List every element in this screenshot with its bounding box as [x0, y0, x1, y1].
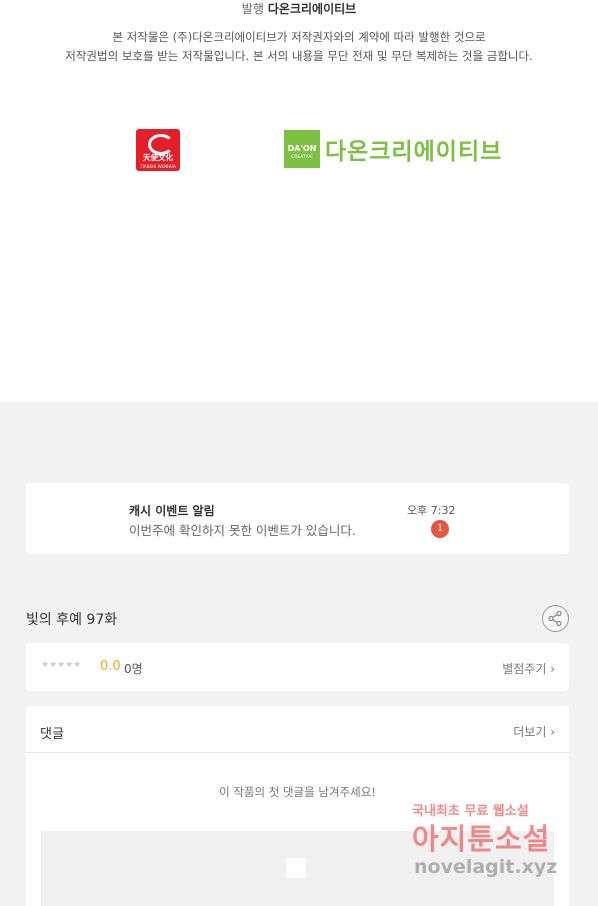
publisher-name: 다온크리에이티브	[267, 2, 357, 16]
divider	[26, 752, 569, 753]
publisher-label: 발행	[241, 2, 264, 16]
daon-logo-subtext: CREATIVE	[291, 155, 313, 160]
comment-input-box[interactable]	[41, 831, 554, 906]
tianshi-logo-text: 天使文化	[143, 153, 173, 162]
cash-event-notice[interactable]: 캐시 이벤트 알림 이번주에 확인하지 못한 이벤트가 있습니다. 오후 7:3…	[26, 483, 569, 554]
notice-title: 캐시 이벤트 알림	[129, 504, 215, 518]
star-rating-display: ★★★★★	[41, 660, 82, 670]
rating-score: 0.0	[100, 659, 121, 674]
daon-logo-text: DA'ON	[287, 144, 317, 153]
tianshi-logo-subtext: TIANSHI WENHUA	[140, 164, 176, 169]
tianshi-logo: 天使文化 TIANSHI WENHUA	[136, 129, 180, 171]
notice-count-badge: 1	[431, 520, 449, 538]
daon-logo-name: 다온크리에이티브	[325, 139, 503, 165]
share-icon	[548, 610, 562, 627]
copyright-line-2: 저작권법의 보호를 받는 저작물입니다. 본 서의 내용을 무단 전재 및 무단…	[65, 49, 533, 63]
copyright-line-1: 본 저작물은 (주)다온크리에이티브가 저작권자와의 계약에 따라 발행한 것으…	[112, 30, 486, 44]
book-info-area: 발행 다온크리에이티브 본 저작물은 (주)다온크리에이티브가 저작권자와의 계약…	[0, 0, 598, 402]
comments-section: 댓글 더보기 › 이 작품의 첫 댓글을 남겨주세요!	[26, 706, 569, 906]
rate-button[interactable]: 별점주기 ›	[502, 660, 555, 677]
share-button[interactable]	[542, 605, 569, 632]
comments-header: 댓글	[40, 727, 64, 742]
rating-bar: ★★★★★ 0.0 0명 별점주기 ›	[26, 643, 569, 691]
empty-comments-message: 이 작품의 첫 댓글을 남겨주세요!	[219, 785, 376, 799]
rating-count: 0명	[124, 662, 143, 676]
notice-message: 이번주에 확인하지 못한 이벤트가 있습니다.	[129, 523, 356, 538]
episode-title: 빛의 후예 97화	[26, 612, 118, 628]
daon-logo-mark: DA'ON CREATIVE	[284, 130, 320, 168]
notice-time: 오후 7:32	[407, 504, 456, 517]
publisher-line: 발행 다온크리에이티브	[0, 0, 598, 17]
image-placeholder-icon	[286, 858, 306, 878]
copyright-notice: 본 저작물은 (주)다온크리에이티브가 저작권자와의 계약에 따라 발행한 것으…	[0, 28, 598, 66]
comments-more-link[interactable]: 더보기 ›	[513, 723, 555, 740]
